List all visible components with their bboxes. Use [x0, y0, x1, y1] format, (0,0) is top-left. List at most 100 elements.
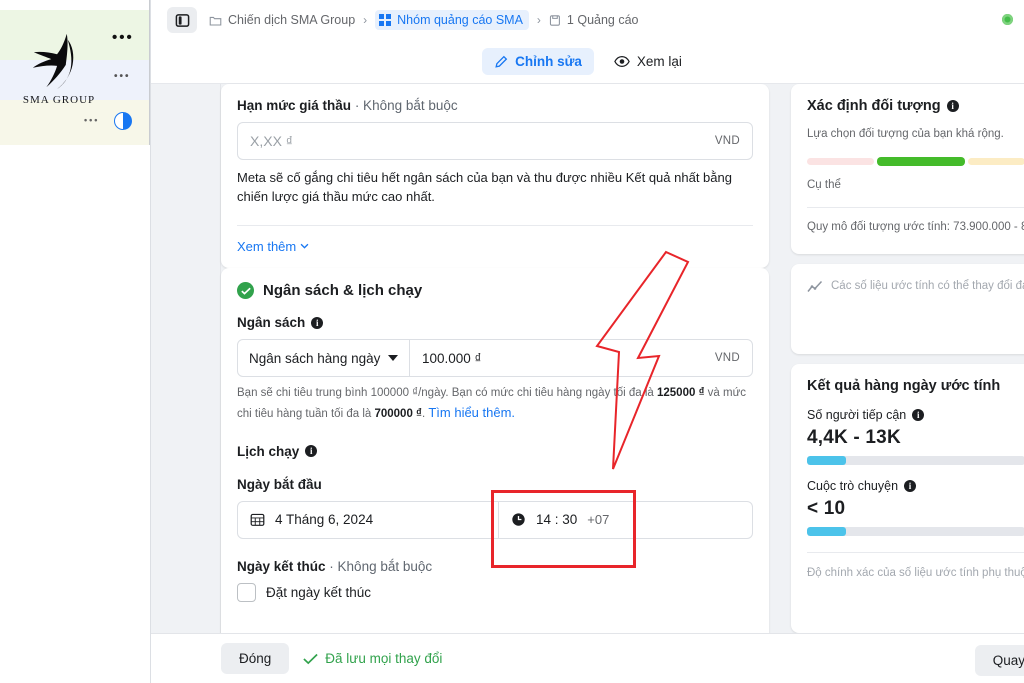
bid-cap-card: Hạn mức giá thầu · Không bắt buộc X,XX ₫… — [221, 84, 769, 268]
see-more-row[interactable]: Xem thêm — [237, 239, 753, 254]
budget-amount-value: 100.000 ₫ — [422, 350, 482, 366]
left-rail — [151, 84, 221, 633]
tab-label: Chỉnh sửa — [515, 54, 582, 69]
metric-conversations-value: < 10 — [807, 498, 846, 519]
saved-status: Đã lưu mọi thay đổi — [303, 651, 442, 666]
breadcrumb-label: 1 Quảng cáo — [566, 13, 639, 27]
budget-schedule-header: Ngân sách & lịch chạy — [237, 282, 753, 299]
set-end-date-label: Đặt ngày kết thúc — [266, 584, 372, 600]
gauge-segment-specific — [807, 158, 874, 166]
info-icon[interactable]: i — [305, 445, 318, 458]
daily-results-card: Kết quả hàng ngày ước tính Số người tiếp… — [791, 364, 1024, 633]
audience-size-estimate: Quy mô đối tượng ước tính: 73.900.000 - … — [807, 221, 1024, 234]
divider — [237, 224, 753, 226]
screenshot-root: SMA GROUP ••• ••• ••• Chiến dịch SMA Gro… — [0, 0, 1024, 683]
menu-dots-bottom[interactable]: ••• — [84, 116, 99, 125]
schedule-label-text: Lịch chạy — [237, 443, 300, 459]
breadcrumb-separator: › — [536, 13, 541, 27]
daily-results-title: Kết quả hàng ngày ước tính — [807, 378, 1001, 394]
estimates-sidebar: Xác định đối tượng i Lựa chọn đối tượng … — [791, 84, 1024, 633]
breadcrumb-item-ads[interactable]: 1 Quảng cáo — [549, 13, 639, 27]
budget-type-select[interactable]: Ngân sách hàng ngày — [238, 340, 410, 376]
breadcrumb-item-campaign[interactable]: Chiến dịch SMA Group — [209, 13, 355, 27]
metric-label-text: Cuộc trò chuyện — [807, 479, 899, 493]
end-date-label-text: Ngày kết thúc — [237, 558, 326, 574]
editor-tabs: Chỉnh sửa Xem lại — [151, 40, 1024, 84]
chevron-down-icon — [300, 243, 309, 249]
estimates-note: Các số liệu ước tính có thể thay đổi đán… — [807, 278, 1024, 295]
menu-dots-top[interactable]: ••• — [112, 30, 134, 45]
metric-conversations-label: Cuộc trò chuyện i — [807, 479, 1024, 493]
primary-action-button[interactable]: Quay — [974, 645, 1024, 676]
see-more-link: Xem thêm — [237, 238, 297, 254]
learn-more-link[interactable]: Tìm hiểu thêm. — [428, 405, 515, 420]
daily-results-footer: Độ chính xác của số liệu ước tính phụ th… — [807, 552, 1024, 582]
tab-label: Xem lại — [636, 54, 682, 69]
red-rect-annotation — [491, 490, 636, 568]
close-button[interactable]: Đóng — [221, 643, 290, 674]
gauge-segment-broad — [967, 158, 1024, 166]
audience-title-text: Xác định đối tượng — [807, 98, 941, 114]
ads-manager-window: Chiến dịch SMA Group › Nhóm quảng cáo SM… — [150, 0, 1024, 683]
ad-document-icon — [549, 14, 560, 26]
metric-label-text: Số người tiếp cận — [807, 408, 907, 422]
breadcrumb-item-adset[interactable]: Nhóm quảng cáo SMA — [375, 10, 529, 30]
breadcrumb-label: Nhóm quảng cáo SMA — [397, 13, 523, 27]
pencil-icon — [495, 55, 508, 68]
bid-cap-helper-text: Meta sẽ cố gắng chi tiêu hết ngân sách c… — [237, 170, 732, 204]
bid-cap-label: Hạn mức giá thầu · Không bắt buộc — [237, 98, 753, 113]
calendar-icon — [250, 513, 265, 527]
audience-breadth-gauge — [807, 157, 1024, 167]
grid-squares-icon — [379, 14, 392, 26]
info-icon[interactable]: i — [311, 316, 324, 329]
line-chart-icon — [807, 280, 823, 292]
logo: SMA GROUP — [0, 6, 118, 130]
top-navigation-bar: Chiến dịch SMA Group › Nhóm quảng cáo SM… — [151, 0, 1024, 40]
budget-type-and-amount-row: Ngân sách hàng ngày 100.000 ₫ VND — [237, 339, 753, 377]
metric-reach-label: Số người tiếp cận i — [807, 408, 1024, 422]
bottom-action-bar: Đóng Đã lưu mọi thay đổi Quay — [151, 633, 1024, 683]
side-panel-toggle-icon[interactable] — [167, 7, 197, 33]
note-max-daily: 125000 ₫ — [657, 387, 705, 399]
set-end-date-checkbox-row[interactable]: Đặt ngày kết thúc — [237, 582, 753, 602]
check-icon — [303, 653, 318, 664]
breadcrumb: Chiến dịch SMA Group › Nhóm quảng cáo SM… — [209, 10, 639, 30]
brand-logo-strip: SMA GROUP ••• ••• ••• — [0, 0, 150, 145]
info-icon[interactable]: i — [946, 100, 959, 112]
estimates-note-text: Các số liệu ước tính có thể thay đổi đán… — [831, 280, 1024, 292]
note-pre: Bạn sẽ chi tiêu trung bình 100000 ₫/ngày… — [237, 387, 657, 399]
metric-conversations-bar — [807, 527, 1024, 536]
breadcrumb-label: Chiến dịch SMA Group — [228, 13, 356, 27]
online-green-dot-icon — [1002, 14, 1013, 25]
saved-status-label: Đã lưu mọi thay đổi — [325, 651, 443, 666]
budget-spend-note: Bạn sẽ chi tiêu trung bình 100000 ₫/ngày… — [237, 385, 753, 424]
budget-schedule-title: Ngân sách & lịch chạy — [263, 282, 423, 299]
logo-wordmark: SMA GROUP — [22, 94, 96, 106]
set-end-date-checkbox[interactable] — [237, 582, 256, 602]
budget-label: Ngân sách i — [237, 315, 753, 330]
bid-cap-currency: VND — [714, 135, 740, 147]
gauge-caption: Cụ thể — [807, 179, 841, 192]
check-circle-icon — [237, 282, 254, 299]
info-icon[interactable]: i — [912, 409, 925, 421]
bid-cap-input[interactable]: X,XX ₫ VND — [237, 122, 753, 160]
budget-type-value: Ngân sách hàng ngày — [249, 350, 381, 366]
menu-dots-middle[interactable]: ••• — [114, 72, 131, 82]
contrast-half-circle-icon[interactable] — [114, 112, 132, 130]
info-icon[interactable]: i — [904, 480, 917, 492]
caret-down-icon — [388, 355, 398, 361]
start-date-input[interactable]: 4 Tháng 6, 2024 — [237, 500, 499, 539]
budget-currency: VND — [714, 352, 740, 364]
daily-results-footer-text: Độ chính xác của số liệu ước tính phụ th… — [807, 567, 1024, 579]
tab-edit[interactable]: Chỉnh sửa — [482, 48, 594, 75]
audience-description: Lựa chọn đối tượng của bạn khá rộng. — [807, 128, 1004, 140]
star-bird-logo-icon — [32, 33, 74, 90]
note-max-weekly: 700000 ₫ — [374, 407, 422, 420]
bid-cap-optional-text: · Không bắt buộc — [354, 98, 458, 113]
gauge-segment-balanced — [876, 157, 965, 167]
budget-amount-input[interactable]: 100.000 ₫ VND — [410, 340, 752, 376]
estimates-note-card: Các số liệu ước tính có thể thay đổi đán… — [791, 264, 1024, 354]
budget-label-text: Ngân sách — [237, 315, 306, 330]
tab-review[interactable]: Xem lại — [602, 48, 694, 75]
divider — [807, 207, 1024, 209]
